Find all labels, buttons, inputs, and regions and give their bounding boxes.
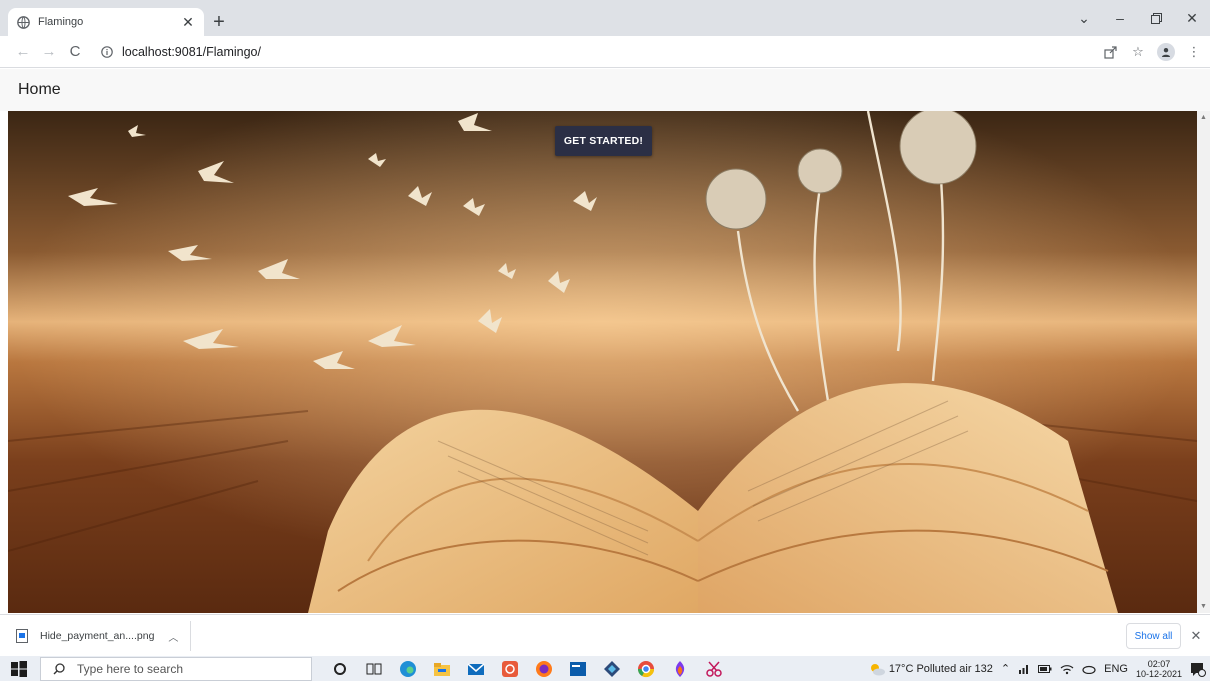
close-tab-icon[interactable]: ✕ xyxy=(180,14,196,30)
chrome-icon[interactable] xyxy=(636,659,656,679)
download-item[interactable]: Hide_payment_an....png ︿ xyxy=(16,621,192,651)
minimize-button[interactable]: – xyxy=(1102,0,1138,36)
language-indicator[interactable]: ENG xyxy=(1104,663,1128,675)
notifications-icon[interactable] xyxy=(1190,661,1206,677)
mail-icon[interactable] xyxy=(466,659,486,679)
clock-time: 02:07 xyxy=(1147,658,1171,669)
weather-text: 17°C Polluted air 132 xyxy=(888,662,993,675)
page-header: Home xyxy=(0,69,1210,111)
chevron-up-tray-icon[interactable]: ⌃ xyxy=(1001,662,1010,675)
tab-strip: Flamingo ✕ + ⌄ – ✕ xyxy=(0,0,1210,36)
home-link[interactable]: Home xyxy=(18,81,61,99)
back-arrow-icon[interactable]: ← xyxy=(10,39,36,65)
kebab-menu-icon[interactable]: ⋮ xyxy=(1182,40,1206,64)
network-icon[interactable] xyxy=(1018,663,1030,675)
close-window-button[interactable]: ✕ xyxy=(1174,0,1210,36)
tab-search-chevron-icon[interactable]: ⌄ xyxy=(1066,0,1102,36)
close-download-shelf-icon[interactable]: ✕ xyxy=(1187,627,1205,645)
show-all-button[interactable]: Show all xyxy=(1126,623,1181,649)
scroll-down-arrow-icon[interactable]: ▼ xyxy=(1197,600,1210,613)
book-illustration xyxy=(8,111,1197,613)
browser-tab[interactable]: Flamingo ✕ xyxy=(8,8,204,36)
globe-icon xyxy=(16,15,30,29)
edge-icon[interactable] xyxy=(398,659,418,679)
search-placeholder: Type here to search xyxy=(77,662,184,676)
weather-sun-cloud-icon xyxy=(870,663,885,675)
taskbar-apps xyxy=(330,658,724,680)
browser-toolbar: ← → C localhost:9081/Flamingo/ ☆ ⋮ xyxy=(0,36,1210,68)
get-started-button[interactable]: GET STARTED! xyxy=(555,126,652,156)
image-file-icon xyxy=(16,629,28,643)
share-icon[interactable] xyxy=(1098,40,1122,64)
file-explorer-icon[interactable] xyxy=(432,659,452,679)
clock[interactable]: 02:07 10-12-2021 xyxy=(1136,659,1182,679)
terminal-icon[interactable] xyxy=(568,659,588,679)
window-controls: ⌄ – ✕ xyxy=(1066,0,1210,36)
clock-date: 10-12-2021 xyxy=(1135,668,1182,679)
snipping-tool-icon[interactable] xyxy=(704,659,724,679)
restore-button[interactable] xyxy=(1138,0,1174,36)
page-scrollbar[interactable]: ▲ ▼ xyxy=(1197,111,1210,613)
avatar-icon[interactable] xyxy=(1154,40,1178,64)
taskbar-search-input[interactable]: Type here to search xyxy=(40,657,312,681)
firefox-icon[interactable] xyxy=(534,659,554,679)
paint-icon[interactable] xyxy=(670,659,690,679)
dev-tool-icon[interactable] xyxy=(602,659,622,679)
address-url: localhost:9081/Flamingo/ xyxy=(122,45,261,59)
download-file-name: Hide_payment_an....png xyxy=(40,630,155,642)
onedrive-cloud-icon[interactable] xyxy=(1082,664,1096,674)
scroll-up-arrow-icon[interactable]: ▲ xyxy=(1197,111,1210,124)
battery-icon[interactable] xyxy=(1038,664,1052,674)
download-shelf: Hide_payment_an....png ︿ Show all ✕ xyxy=(0,614,1210,656)
windows-start-icon[interactable] xyxy=(10,660,28,678)
windows-taskbar: Type here to search 17°C Polluted air 13… xyxy=(0,656,1210,681)
chevron-up-icon[interactable]: ︿ xyxy=(168,629,178,644)
reload-icon[interactable]: C xyxy=(62,39,88,65)
toolbar-actions: ☆ ⋮ xyxy=(1098,39,1206,65)
wifi-icon[interactable] xyxy=(1060,663,1074,675)
star-icon[interactable]: ☆ xyxy=(1126,40,1150,64)
info-icon[interactable] xyxy=(100,45,114,59)
address-bar[interactable]: localhost:9081/Flamingo/ xyxy=(92,40,1092,64)
search-icon xyxy=(53,663,65,675)
new-tab-button[interactable]: + xyxy=(207,10,231,34)
system-tray: 17°C Polluted air 132 ⌃ ENG 02:07 10-12-… xyxy=(861,656,1206,681)
weather-widget[interactable]: 17°C Polluted air 132 xyxy=(869,662,993,676)
hero-image xyxy=(8,111,1197,613)
task-view-icon[interactable] xyxy=(364,659,384,679)
tab-title: Flamingo xyxy=(38,16,84,28)
forward-arrow-icon[interactable]: → xyxy=(36,39,62,65)
app-launcher-icon[interactable] xyxy=(500,659,520,679)
cortana-icon[interactable] xyxy=(330,659,350,679)
